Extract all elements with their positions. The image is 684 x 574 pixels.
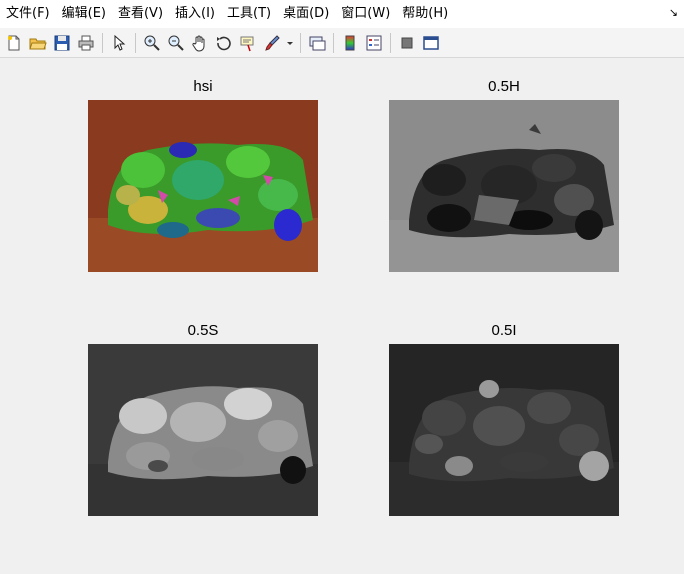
toolbar-separator — [390, 32, 391, 53]
menu-tools[interactable]: 工具(T) — [221, 0, 277, 28]
axes-title-0.5H: 0.5H — [488, 78, 520, 95]
menu-desktop[interactable]: 桌面(D) — [277, 0, 335, 28]
zoom-in-icon[interactable] — [142, 33, 162, 53]
data-cursor-icon[interactable] — [238, 33, 258, 53]
figure-toolbar — [0, 28, 684, 58]
brush-icon[interactable] — [262, 33, 282, 53]
rotate-3d-icon[interactable] — [214, 33, 234, 53]
menu-edit[interactable]: 编辑(E) — [56, 0, 112, 28]
axes-title-hsi: hsi — [193, 78, 213, 95]
dropdown-arrow-icon[interactable] — [286, 33, 294, 53]
intensity-image — [389, 344, 619, 516]
link-plot-icon[interactable] — [307, 33, 327, 53]
axes-title-0.5I: 0.5I — [491, 322, 517, 339]
toolbar-separator — [333, 32, 334, 53]
pointer-icon[interactable] — [109, 33, 129, 53]
legend-icon[interactable] — [364, 33, 384, 53]
open-file-icon[interactable] — [28, 33, 48, 53]
dock-figure-icon[interactable]: ↘ — [669, 6, 678, 19]
hsi-image — [88, 100, 318, 272]
menu-insert[interactable]: 插入(I) — [169, 0, 221, 28]
toolbar-separator — [135, 32, 136, 53]
show-plot-tools-icon[interactable] — [421, 33, 441, 53]
menu-window[interactable]: 窗口(W) — [335, 0, 396, 28]
menu-file[interactable]: 文件(F) — [0, 0, 56, 28]
zoom-out-icon[interactable] — [166, 33, 186, 53]
saturation-image — [88, 344, 318, 516]
menu-bar: 文件(F) 编辑(E) 查看(V) 插入(I) 工具(T) 桌面(D) 窗口(W… — [0, 0, 684, 28]
toolbar-separator — [102, 32, 103, 53]
axes-title-0.5S: 0.5S — [187, 322, 219, 339]
save-icon[interactable] — [52, 33, 72, 53]
toolbar-separator — [300, 32, 301, 53]
pan-icon[interactable] — [190, 33, 210, 53]
hue-image — [389, 100, 619, 272]
new-figure-icon[interactable] — [4, 33, 24, 53]
menu-help[interactable]: 帮助(H) — [396, 0, 454, 28]
colorbar-icon[interactable] — [340, 33, 360, 53]
hide-plot-tools-icon[interactable] — [397, 33, 417, 53]
menu-view[interactable]: 查看(V) — [112, 0, 169, 28]
print-icon[interactable] — [76, 33, 96, 53]
